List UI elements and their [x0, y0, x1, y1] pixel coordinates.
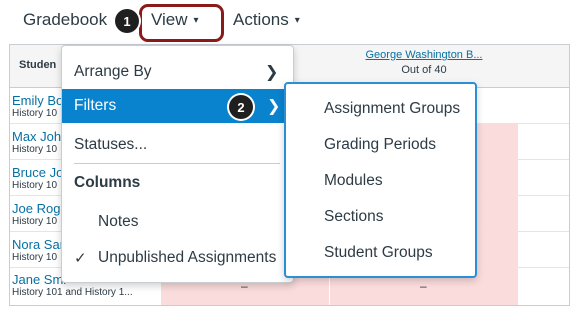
grade-dash: – — [420, 279, 427, 293]
student-name-link[interactable]: Nora Sar — [12, 237, 64, 252]
grading-periods-label: Grading Periods — [324, 136, 437, 153]
filters-submenu: Assignment Groups Grading Periods Module… — [284, 82, 477, 278]
notes-label: Notes — [98, 213, 139, 230]
statuses-label: Statuses... — [74, 136, 148, 153]
student-name-link[interactable]: Bruce Jo — [12, 165, 63, 180]
submenu-item-sections[interactable]: Sections — [286, 202, 475, 232]
gradebook-menu-button[interactable]: Gradebook▾ — [23, 10, 118, 30]
menu-item-unpublished-assignments[interactable]: ✓ Unpublished Assignments — [62, 242, 293, 274]
student-header-label: Studen — [19, 59, 57, 71]
filters-label: Filters — [74, 97, 117, 114]
student-section: History 10 — [12, 144, 58, 155]
caret-down-icon: ▾ — [193, 15, 199, 26]
submenu-item-assignment-groups[interactable]: Assignment Groups — [286, 94, 475, 124]
assignment-groups-label: Assignment Groups — [324, 100, 461, 117]
student-section: History 10 — [12, 252, 58, 263]
view-label: View — [151, 10, 188, 29]
student-cell[interactable]: Max Joh History 10 — [12, 129, 61, 155]
gradebook-toolbar: Gradebook▾ View ▾ 1 Actions ▾ — [0, 0, 571, 42]
gradebook-label: Gradebook — [23, 10, 108, 29]
step-badge-2: 2 — [229, 95, 253, 119]
student-name-link[interactable]: Max Joh — [12, 129, 61, 144]
submenu-item-student-groups[interactable]: Student Groups — [286, 238, 475, 268]
view-dropdown-menu: Arrange By ❯ Filters ❯ Statuses... Colum… — [61, 45, 294, 283]
menu-divider — [74, 163, 280, 164]
step-badge-1: 1 — [115, 9, 139, 33]
menu-item-arrange-by[interactable]: Arrange By ❯ — [62, 56, 293, 88]
assignment-points: Out of 40 — [401, 64, 447, 76]
student-name-link[interactable]: Emily Bo — [12, 93, 63, 108]
student-cell[interactable]: Emily Bo History 10 — [12, 93, 63, 119]
arrange-by-label: Arrange By — [74, 63, 152, 80]
submenu-item-grading-periods[interactable]: Grading Periods — [286, 130, 475, 160]
actions-menu-button[interactable]: Actions ▾ — [233, 10, 300, 30]
assignment-title-link[interactable]: George Washington B... — [330, 49, 518, 61]
student-section: History 10 — [12, 108, 58, 119]
menu-item-statuses[interactable]: Statuses... — [62, 129, 293, 161]
student-section: History 10 — [12, 180, 58, 191]
modules-label: Modules — [324, 172, 383, 189]
columns-heading: Columns — [74, 174, 141, 191]
caret-down-icon: ▾ — [294, 15, 300, 26]
actions-label: Actions — [233, 10, 289, 29]
menu-item-filters[interactable]: Filters ❯ — [62, 89, 293, 123]
assignment-column-header-3[interactable] — [518, 45, 569, 88]
student-name-link[interactable]: Joe Roge — [12, 201, 68, 216]
student-cell[interactable]: Joe Roge History 10 — [12, 201, 68, 227]
sections-label: Sections — [324, 208, 384, 225]
unpublished-label: Unpublished Assignments — [98, 249, 277, 266]
student-groups-label: Student Groups — [324, 244, 433, 261]
checkmark-icon: ✓ — [74, 250, 87, 267]
student-section: History 101 and History 1... — [12, 287, 133, 298]
student-cell[interactable]: Bruce Jo History 10 — [12, 165, 63, 191]
chevron-right-icon: ❯ — [267, 98, 281, 115]
student-section: History 10 — [12, 216, 58, 227]
student-cell[interactable]: Nora Sar History 10 — [12, 237, 64, 263]
submenu-item-modules[interactable]: Modules — [286, 166, 475, 196]
chevron-right-icon: ❯ — [265, 64, 279, 81]
menu-item-notes[interactable]: Notes — [62, 206, 293, 238]
view-menu-button[interactable]: View ▾ — [151, 10, 199, 30]
